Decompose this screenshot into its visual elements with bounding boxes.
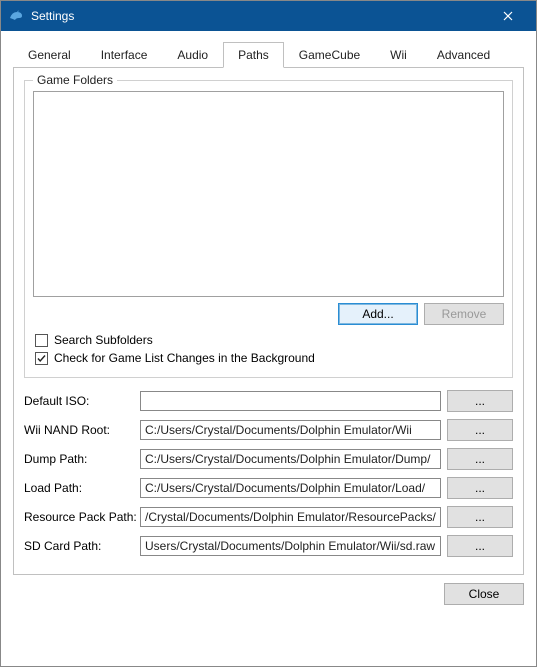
resource-pack-path-label: Resource Pack Path: xyxy=(24,510,134,524)
dump-path-label: Dump Path: xyxy=(24,452,134,466)
resource-pack-path-input[interactable] xyxy=(140,507,441,527)
close-button[interactable]: Close xyxy=(444,583,524,605)
check-background-label: Check for Game List Changes in the Backg… xyxy=(54,351,315,365)
sd-card-path-row: SD Card Path: ... xyxy=(24,535,513,557)
wii-nand-root-label: Wii NAND Root: xyxy=(24,423,134,437)
default-iso-row: Default ISO: ... xyxy=(24,390,513,412)
tab-general[interactable]: General xyxy=(13,42,86,68)
default-iso-label: Default ISO: xyxy=(24,394,134,408)
load-path-row: Load Path: ... xyxy=(24,477,513,499)
check-background-row[interactable]: Check for Game List Changes in the Backg… xyxy=(33,351,504,365)
dump-path-input[interactable] xyxy=(140,449,441,469)
sd-card-path-label: SD Card Path: xyxy=(24,539,134,553)
tab-strip: General Interface Audio Paths GameCube W… xyxy=(13,41,524,68)
search-subfolders-label: Search Subfolders xyxy=(54,333,153,347)
titlebar: Settings xyxy=(1,1,536,31)
tab-interface[interactable]: Interface xyxy=(86,42,163,68)
game-folders-group: Game Folders Add... Remove Search Subfol… xyxy=(24,80,513,378)
dolphin-icon xyxy=(7,7,25,25)
sd-card-path-browse-button[interactable]: ... xyxy=(447,535,513,557)
add-button[interactable]: Add... xyxy=(338,303,418,325)
resource-pack-path-row: Resource Pack Path: ... xyxy=(24,506,513,528)
wii-nand-root-input[interactable] xyxy=(140,420,441,440)
search-subfolders-checkbox[interactable] xyxy=(35,334,48,347)
close-icon[interactable] xyxy=(488,1,528,31)
load-path-browse-button[interactable]: ... xyxy=(447,477,513,499)
tab-audio[interactable]: Audio xyxy=(162,42,223,68)
default-iso-input[interactable] xyxy=(140,391,441,411)
game-folders-listbox[interactable] xyxy=(33,91,504,297)
default-iso-browse-button[interactable]: ... xyxy=(447,390,513,412)
check-background-checkbox[interactable] xyxy=(35,352,48,365)
tab-wii[interactable]: Wii xyxy=(375,42,422,68)
content-area: General Interface Audio Paths GameCube W… xyxy=(1,31,536,613)
search-subfolders-row[interactable]: Search Subfolders xyxy=(33,333,504,347)
game-folders-buttons: Add... Remove xyxy=(33,303,504,325)
resource-pack-path-browse-button[interactable]: ... xyxy=(447,506,513,528)
load-path-input[interactable] xyxy=(140,478,441,498)
sd-card-path-input[interactable] xyxy=(140,536,441,556)
dump-path-browse-button[interactable]: ... xyxy=(447,448,513,470)
wii-nand-root-browse-button[interactable]: ... xyxy=(447,419,513,441)
paths-panel: Game Folders Add... Remove Search Subfol… xyxy=(13,68,524,575)
load-path-label: Load Path: xyxy=(24,481,134,495)
tab-advanced[interactable]: Advanced xyxy=(422,42,505,68)
dump-path-row: Dump Path: ... xyxy=(24,448,513,470)
game-folders-legend: Game Folders xyxy=(33,73,117,87)
window-title: Settings xyxy=(31,9,488,23)
tab-paths[interactable]: Paths xyxy=(223,42,284,68)
remove-button: Remove xyxy=(424,303,504,325)
wii-nand-root-row: Wii NAND Root: ... xyxy=(24,419,513,441)
tab-gamecube[interactable]: GameCube xyxy=(284,42,375,68)
dialog-footer: Close xyxy=(13,575,524,605)
